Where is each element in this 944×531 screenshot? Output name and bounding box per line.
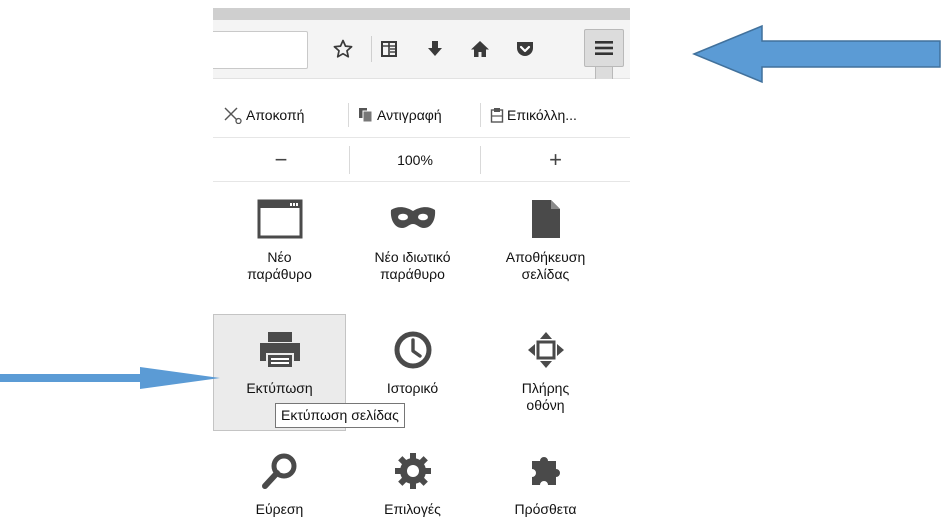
- tile-label: Εύρεση: [255, 501, 304, 517]
- addons-puzzle-icon: [531, 457, 560, 485]
- private-mask-icon: [390, 207, 435, 228]
- find-magnifier-icon: [261, 453, 296, 489]
- tile-label: Πλήρης: [521, 380, 570, 396]
- edit-separator: [348, 103, 349, 127]
- tile-label: Νέο: [267, 249, 292, 265]
- paste-button[interactable]: Επικόλλη...: [490, 97, 577, 133]
- download-icon[interactable]: [420, 31, 450, 67]
- large-annotation-arrow: [692, 24, 941, 84]
- options-gear-icon: [394, 453, 431, 489]
- scissors-icon: [224, 107, 242, 124]
- copy-icon: [359, 108, 373, 123]
- paste-label: Επικόλλη...: [507, 107, 577, 123]
- small-annotation-arrow: [0, 367, 220, 389]
- print-tile[interactable]: Εκτύπωση: [213, 326, 346, 397]
- menu-divider: [213, 137, 630, 138]
- copy-label: Αντιγραφή: [377, 107, 442, 123]
- menu-button-connector: [595, 67, 613, 79]
- tab-strip: [213, 8, 630, 20]
- history-clock-icon: [394, 331, 431, 369]
- new-window-icon: [257, 199, 302, 239]
- reading-list-icon[interactable]: [374, 31, 404, 67]
- home-icon[interactable]: [465, 31, 495, 67]
- tile-label: Εκτύπωση: [246, 380, 313, 396]
- save-page-icon: [531, 200, 560, 238]
- zoom-out-button[interactable]: −: [213, 140, 349, 180]
- save-page-tile[interactable]: Αποθήκευση σελίδας: [479, 195, 612, 283]
- hamburger-menu-button[interactable]: [584, 29, 624, 67]
- tile-label: οθόνη: [526, 397, 565, 413]
- copy-button[interactable]: Αντιγραφή: [358, 97, 442, 133]
- clipboard-icon: [490, 108, 504, 123]
- cut-button[interactable]: Αποκοπή: [223, 97, 304, 133]
- fullscreen-tile[interactable]: Πλήρης οθόνη: [479, 326, 612, 414]
- tile-label: παράθυρο: [247, 266, 312, 282]
- edit-controls: Αποκοπή Αντιγραφή Επικόλλη...: [213, 97, 630, 133]
- new-window-tile[interactable]: Νέο παράθυρο: [213, 195, 346, 283]
- fullscreen-icon: [527, 332, 564, 368]
- bookmark-star-icon[interactable]: [328, 31, 358, 67]
- tile-label: Νέο ιδιωτικό: [374, 249, 451, 265]
- pocket-icon[interactable]: [510, 31, 540, 67]
- menu-divider: [213, 181, 630, 182]
- hamburger-menu-icon: [595, 41, 613, 55]
- history-tile[interactable]: Ιστορικό: [346, 326, 479, 397]
- private-window-tile[interactable]: Νέο ιδιωτικό παράθυρο: [346, 195, 479, 283]
- tile-label: Επιλογές: [384, 501, 441, 517]
- zoom-level: 100%: [397, 152, 433, 168]
- tile-label: παράθυρο: [380, 266, 445, 282]
- zoom-out-label: −: [274, 147, 288, 172]
- zoom-controls: − 100% +: [213, 140, 630, 180]
- edit-separator: [480, 103, 481, 127]
- tile-label: Αποθήκευση: [505, 249, 586, 265]
- options-tile[interactable]: Επιλογές: [346, 447, 479, 518]
- tile-label: σελίδας: [521, 266, 570, 282]
- zoom-reset-button[interactable]: 100%: [350, 140, 480, 180]
- toolbar-separator: [371, 36, 372, 62]
- search-input[interactable]: [213, 31, 308, 69]
- addons-tile[interactable]: Πρόσθετα: [479, 447, 612, 518]
- print-tooltip: Εκτύπωση σελίδας: [275, 403, 405, 428]
- print-icon: [259, 332, 300, 367]
- tile-label: Ιστορικό: [386, 380, 439, 396]
- zoom-in-label: +: [549, 147, 562, 172]
- tile-label: Πρόσθετα: [514, 501, 577, 517]
- find-tile[interactable]: Εύρεση: [213, 447, 346, 518]
- zoom-in-button[interactable]: +: [481, 140, 630, 180]
- cut-label: Αποκοπή: [246, 107, 305, 123]
